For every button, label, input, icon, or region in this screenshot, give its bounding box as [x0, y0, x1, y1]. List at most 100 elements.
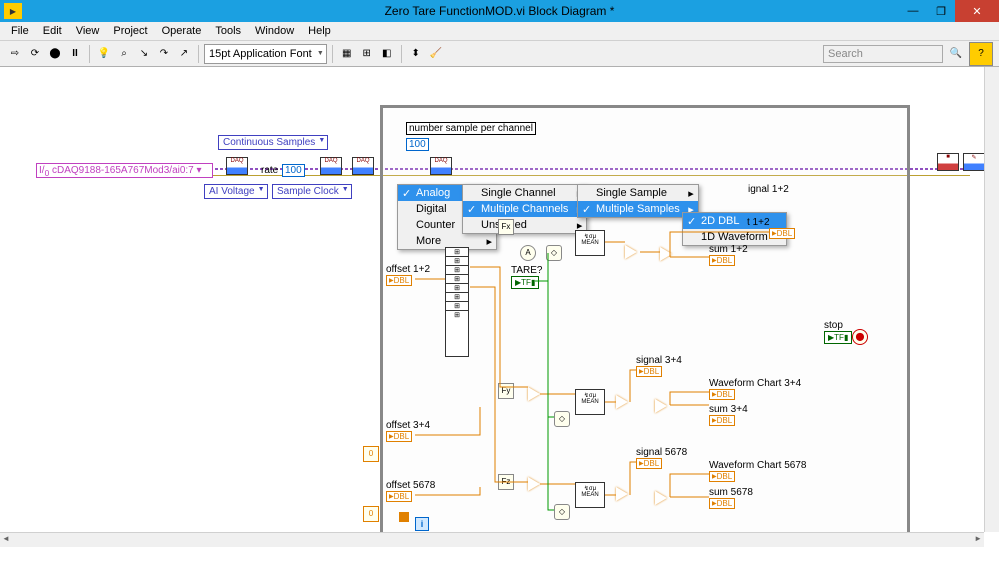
- offset-34-terminal[interactable]: DBL: [386, 431, 412, 442]
- menu-help[interactable]: Help: [301, 23, 338, 39]
- rate-value[interactable]: 100: [282, 164, 305, 177]
- mean-node-1[interactable]: ↯σμMEAN: [575, 230, 605, 256]
- font-dropdown[interactable]: 15pt Application Font: [204, 44, 327, 64]
- sum-5678-label: sum 5678: [709, 487, 753, 498]
- menu-edit[interactable]: Edit: [36, 23, 69, 39]
- menu-view[interactable]: View: [69, 23, 107, 39]
- vertical-scrollbar[interactable]: [984, 67, 999, 532]
- search-input[interactable]: Search: [823, 45, 943, 63]
- select-node-3[interactable]: [655, 491, 667, 505]
- offset-12-terminal[interactable]: DBL: [386, 275, 412, 286]
- pause-button[interactable]: II: [66, 45, 84, 63]
- add-node-2[interactable]: [528, 477, 540, 491]
- context-menu-level3[interactable]: Single Sample Multiple Samples: [577, 184, 699, 218]
- menu-file[interactable]: File: [4, 23, 36, 39]
- num-samples-value[interactable]: 100: [406, 138, 429, 151]
- menu-tools[interactable]: Tools: [208, 23, 248, 39]
- offset-34-label: offset 3+4: [386, 420, 430, 431]
- fy-node[interactable]: Fy: [498, 383, 514, 399]
- retain-wires-button[interactable]: ⌕: [115, 45, 133, 63]
- select-node-2[interactable]: [655, 399, 667, 413]
- run-button[interactable]: ⇨: [6, 45, 24, 63]
- mean-node-2[interactable]: ↯σμMEAN: [575, 389, 605, 415]
- menu-unscaled[interactable]: Unscaled: [463, 217, 586, 233]
- abort-button[interactable]: ⬤: [46, 45, 64, 63]
- rate-label: rate: [261, 165, 278, 176]
- array-node[interactable]: A: [520, 245, 536, 261]
- context-help-button[interactable]: ?: [969, 42, 993, 66]
- signal-5678-terminal[interactable]: DBL: [636, 458, 662, 469]
- select-node-1[interactable]: [660, 247, 672, 261]
- device-path-control[interactable]: I/0 cDAQ9188-165A767Mod3/ai0:7 ▾: [36, 165, 213, 178]
- step-over-button[interactable]: ↷: [155, 45, 173, 63]
- toolbar: ⇨ ⟳ ⬤ II 💡 ⌕ ↘ ↷ ↗ 15pt Application Font…: [0, 41, 999, 67]
- fz-node[interactable]: Fz: [498, 474, 514, 490]
- chart-5678-terminal[interactable]: DBL: [709, 471, 735, 482]
- tare-control[interactable]: ▶TF▮: [511, 276, 539, 289]
- distribute-button[interactable]: ⊞: [358, 45, 376, 63]
- fx-node[interactable]: Fx: [498, 219, 514, 235]
- daq-clear-node[interactable]: ✎: [963, 153, 985, 171]
- reorder-button[interactable]: ⬍: [407, 45, 425, 63]
- menu-single-sample[interactable]: Single Sample: [578, 185, 698, 201]
- daq-start-node[interactable]: DAQ: [352, 157, 374, 175]
- step-out-button[interactable]: ↗: [175, 45, 193, 63]
- menu-window[interactable]: Window: [248, 23, 301, 39]
- menu-2d-dbl[interactable]: 2D DBL: [683, 213, 786, 229]
- shift-init-2[interactable]: 0: [363, 506, 379, 522]
- search-icon[interactable]: 🔍: [947, 45, 965, 63]
- sample-clock-dropdown[interactable]: Sample Clock: [272, 184, 352, 199]
- offset-12-label: offset 1+2: [386, 264, 430, 275]
- resize-button[interactable]: ◧: [378, 45, 396, 63]
- ai-voltage-dropdown[interactable]: AI Voltage: [204, 184, 268, 199]
- loop-stop-terminal[interactable]: ⬤: [852, 329, 868, 345]
- sum-12-terminal[interactable]: DBL: [709, 255, 735, 266]
- sum-12-label: sum 1+2: [709, 244, 748, 255]
- horizontal-scrollbar[interactable]: [0, 532, 984, 547]
- step-into-button[interactable]: ↘: [135, 45, 153, 63]
- context-menu-level2[interactable]: Single Channel Multiple Channels Unscale…: [462, 184, 587, 234]
- daq-timing-node[interactable]: DAQ: [320, 157, 342, 175]
- menu-single-channel[interactable]: Single Channel: [463, 185, 586, 201]
- index-array-node[interactable]: ⊞ ⊞ ⊞ ⊞ ⊞ ⊞ ⊞ ⊞: [445, 247, 469, 357]
- stop-control[interactable]: ▶TF▮: [824, 331, 852, 344]
- subtract-node-3[interactable]: [616, 487, 628, 501]
- sum-5678-terminal[interactable]: DBL: [709, 498, 735, 509]
- shift-reg-left[interactable]: [399, 512, 409, 522]
- sum-34-label: sum 3+4: [709, 404, 748, 415]
- signal-5678-label: signal 5678: [636, 447, 687, 458]
- mean-node-3[interactable]: ↯σμMEAN: [575, 482, 605, 508]
- select-small-3[interactable]: ◇: [554, 504, 570, 520]
- cleanup-button[interactable]: 🧹: [427, 45, 445, 63]
- add-node[interactable]: [528, 387, 540, 401]
- offset-5678-terminal[interactable]: DBL: [386, 491, 412, 502]
- run-continuous-button[interactable]: ⟳: [26, 45, 44, 63]
- menu-operate[interactable]: Operate: [155, 23, 209, 39]
- menu-multiple-channels[interactable]: Multiple Channels: [463, 201, 586, 217]
- select-small-1[interactable]: ◇: [546, 245, 562, 261]
- select-small-2[interactable]: ◇: [554, 411, 570, 427]
- daq-stop-node[interactable]: ■: [937, 153, 959, 171]
- stop-label: stop: [824, 320, 843, 331]
- menu-multiple-samples[interactable]: Multiple Samples: [578, 201, 698, 217]
- daq-read-node[interactable]: DAQ: [430, 157, 452, 175]
- minimize-button[interactable]: —: [899, 0, 927, 22]
- close-button[interactable]: ✕: [955, 0, 999, 22]
- continuous-samples-dropdown[interactable]: Continuous Samples: [218, 135, 328, 150]
- highlight-exec-button[interactable]: 💡: [95, 45, 113, 63]
- signal-34-terminal[interactable]: DBL: [636, 366, 662, 377]
- maximize-button[interactable]: ❐: [927, 0, 955, 22]
- offset-5678-label: offset 5678: [386, 480, 435, 491]
- toolbar-separator: [332, 45, 333, 63]
- subtract-node-2[interactable]: [616, 395, 628, 409]
- chart-12-terminal[interactable]: DBL: [769, 228, 795, 239]
- subtract-node[interactable]: [625, 245, 637, 259]
- chart-34-terminal[interactable]: DBL: [709, 389, 735, 400]
- block-diagram-canvas[interactable]: I/0 cDAQ9188-165A767Mod3/ai0:7 ▾ Continu…: [0, 67, 999, 547]
- sum-34-terminal[interactable]: DBL: [709, 415, 735, 426]
- shift-init-1[interactable]: 0: [363, 446, 379, 462]
- daq-create-channel-node[interactable]: DAQ: [226, 157, 248, 175]
- align-button[interactable]: ▦: [338, 45, 356, 63]
- menu-project[interactable]: Project: [106, 23, 154, 39]
- iteration-terminal[interactable]: i: [415, 517, 429, 531]
